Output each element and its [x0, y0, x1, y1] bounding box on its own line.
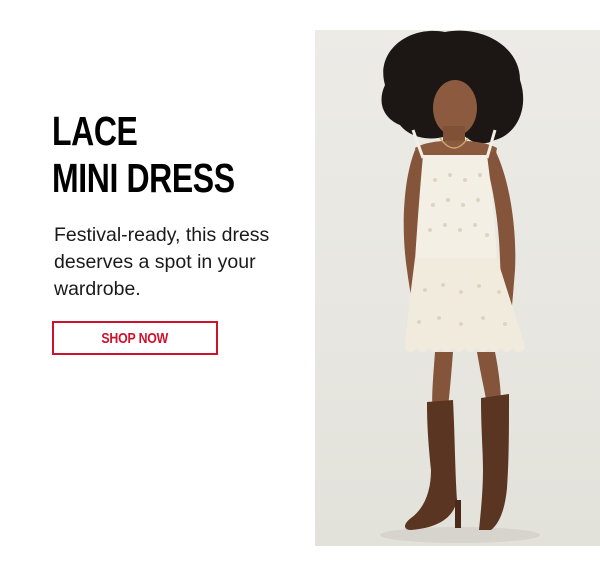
right-boot: [479, 394, 509, 530]
shop-now-button[interactable]: SHOP NOW: [52, 321, 218, 355]
headline-line-1: LACE: [52, 108, 138, 154]
shop-now-label: SHOP NOW: [101, 329, 169, 347]
promo-headline: LACE MINI DRESS: [52, 108, 239, 202]
left-boot: [405, 400, 457, 530]
dress-bodice: [415, 155, 497, 260]
headline-line-2: MINI DRESS: [52, 155, 235, 201]
promo-copy: LACE MINI DRESS Festival-ready, this dre…: [52, 108, 292, 303]
floor-shadow: [380, 527, 540, 543]
product-photo[interactable]: [315, 30, 600, 546]
model-illustration: [380, 30, 540, 543]
promo-description: Festival-ready, this dress deserves a sp…: [54, 224, 270, 300]
left-boot-heel: [455, 500, 461, 528]
